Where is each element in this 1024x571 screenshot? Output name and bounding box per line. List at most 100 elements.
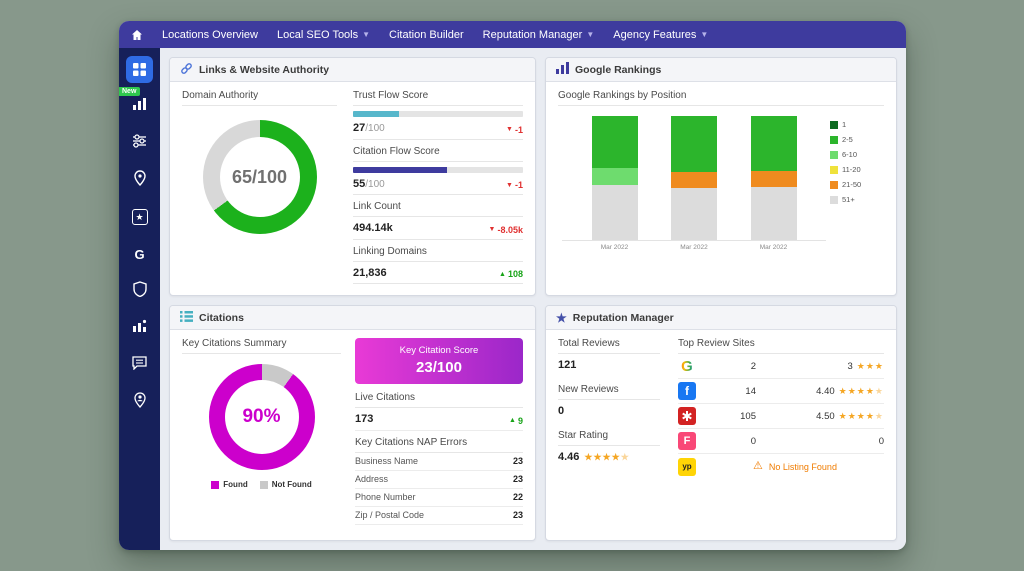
sidebar-item-analytics[interactable] [126,316,153,340]
chat-bubble-icon [132,356,147,375]
citations-donut-value: 90% [209,364,315,470]
sidebar-item-locations[interactable] [126,168,153,192]
domain-authority-label: Domain Authority [182,90,337,106]
total-reviews-value: 121 [558,354,660,375]
new-badge: New [119,87,140,96]
rating-stars: ★★★★★ [839,411,884,422]
google-g-icon: G [134,247,144,262]
nav-item-locations-overview[interactable]: Locations Overview [162,29,258,41]
nap-errors-label: Key Citations NAP Errors [355,437,523,453]
star-rating-stat: Star Rating 4.46 ★★★★★ [558,430,660,467]
citation-flow-value: 55 [353,178,365,190]
sidebar-item-rankings[interactable]: New [126,94,153,118]
sidebar-item-audit[interactable] [126,279,153,303]
legend-item-1: 1 [830,120,884,129]
legend-item-6-10: 6-10 [830,150,884,159]
reputation-manager-header: ★ Reputation Manager [546,306,896,330]
bar-segment-51+ [751,187,797,240]
key-citation-score-box: Key Citation Score 23/100 [355,338,523,384]
sidebar-item-profile[interactable] [126,390,153,414]
review-rating: 0 [879,436,884,447]
yelp-logo-icon [678,407,696,425]
sidebar: New ★ G [119,48,160,550]
star-icon: ★ [556,311,567,325]
chart-bar: Mar 2022 [671,116,717,251]
legend-item-2-5: 2-5 [830,135,884,144]
nav-item-reputation-manager[interactable]: Reputation Manager ▼ [483,29,595,41]
live-citations-delta: ▲9 [509,416,523,426]
nap-row-address: Address23 [355,471,523,489]
nav-label: Reputation Manager [483,29,583,41]
sidebar-item-dashboard[interactable] [126,57,153,81]
sidebar-item-citations[interactable]: ★ [126,205,153,229]
rankings-legend: 12-56-1011-2021-5051+ [830,116,884,287]
new-reviews-stat: New Reviews 0 [558,384,660,421]
link-count-value: 494.14k [353,222,393,234]
live-citations-label: Live Citations [355,392,523,408]
nap-row-zip-postal-code: Zip / Postal Code23 [355,507,523,525]
down-arrow-icon: ▼ [506,182,513,189]
citations-donut: 90% [209,364,315,470]
nav-item-citation-builder[interactable]: Citation Builder [389,29,464,41]
card-title: Citations [199,312,244,324]
nav-item-local-seo-tools[interactable]: Local SEO Tools ▼ [277,29,370,41]
review-count: 105 [706,411,788,422]
up-arrow-icon: ▲ [509,417,516,424]
trust-flow-delta: ▼-1 [506,125,523,135]
links-authority-header: Links & Website Authority [170,58,535,82]
star-rating-stars: ★★★★★ [584,452,629,463]
nap-row-business-name: Business Name23 [355,453,523,471]
citations-summary-label: Key Citations Summary [182,338,341,354]
review-site-row-foursquare: F 0 0 [678,429,884,454]
score-box-title: Key Citation Score [359,345,519,356]
nav-item-agency-features[interactable]: Agency Features ▼ [613,29,708,41]
yellowpages-logo-icon: yp [678,458,696,476]
bar-segment-21-50 [751,171,797,187]
person-pin-icon [133,392,147,413]
nap-row-phone-number: Phone Number22 [355,489,523,507]
citations-header: Citations [170,306,535,330]
legend-item-11-20: 11-20 [830,165,884,174]
bar-segment-2-5 [751,116,797,171]
dashboard-grid-icon [126,56,153,83]
citations-card: Citations Key Citations Summary 90% [169,305,536,541]
link-count-delta: ▼-8.05k [489,225,523,235]
bar-segment-2-5 [671,116,717,172]
sidebar-item-google[interactable]: G [126,242,153,266]
legend-item-51+: 51+ [830,195,884,204]
home-icon[interactable] [131,29,143,41]
review-site-row-facebook: f 14 4.40 ★★★★★ [678,379,884,404]
linking-domains-delta: ▲108 [499,269,523,279]
chevron-down-icon: ▼ [362,30,370,39]
review-rating: 4.50 [816,411,835,422]
citation-flow-bar [353,167,523,173]
foursquare-logo-icon: F [678,432,696,450]
card-title: Reputation Manager [573,312,674,324]
bar-chart-icon [132,97,147,116]
bar-segment-21-50 [671,172,717,188]
linking-domains-metric: Linking Domains 21,836 ▲108 [353,246,523,285]
sidebar-item-reviews[interactable] [126,353,153,377]
dashboard-content: Links & Website Authority Domain Authori… [160,48,906,550]
up-arrow-icon: ▲ [499,271,506,278]
nav-label: Citation Builder [389,29,464,41]
sidebar-item-tools[interactable] [126,131,153,155]
google-logo-icon: G [678,357,696,375]
total-reviews-stat: Total Reviews 121 [558,338,660,375]
score-box-value: 23/100 [359,359,519,376]
trust-flow-bar [353,111,523,117]
new-reviews-value: 0 [558,400,660,421]
chart-icon [556,62,569,77]
rating-stars: ★★★ [857,361,884,372]
citation-flow-metric: Citation Flow Score 55/100 ▼-1 [353,146,523,196]
trust-flow-metric: Trust Flow Score 27/100 ▼-1 [353,90,523,140]
live-citations-value: 173 [355,413,373,425]
review-rating: 4.40 [816,386,835,397]
google-rankings-card: Google Rankings Google Rankings by Posit… [545,57,897,296]
nav-label: Locations Overview [162,29,258,41]
link-count-metric: Link Count 494.14k ▼-8.05k [353,201,523,240]
down-arrow-icon: ▼ [506,126,513,133]
link-icon [180,62,193,78]
sliders-icon [132,134,147,153]
shield-icon [133,281,147,302]
